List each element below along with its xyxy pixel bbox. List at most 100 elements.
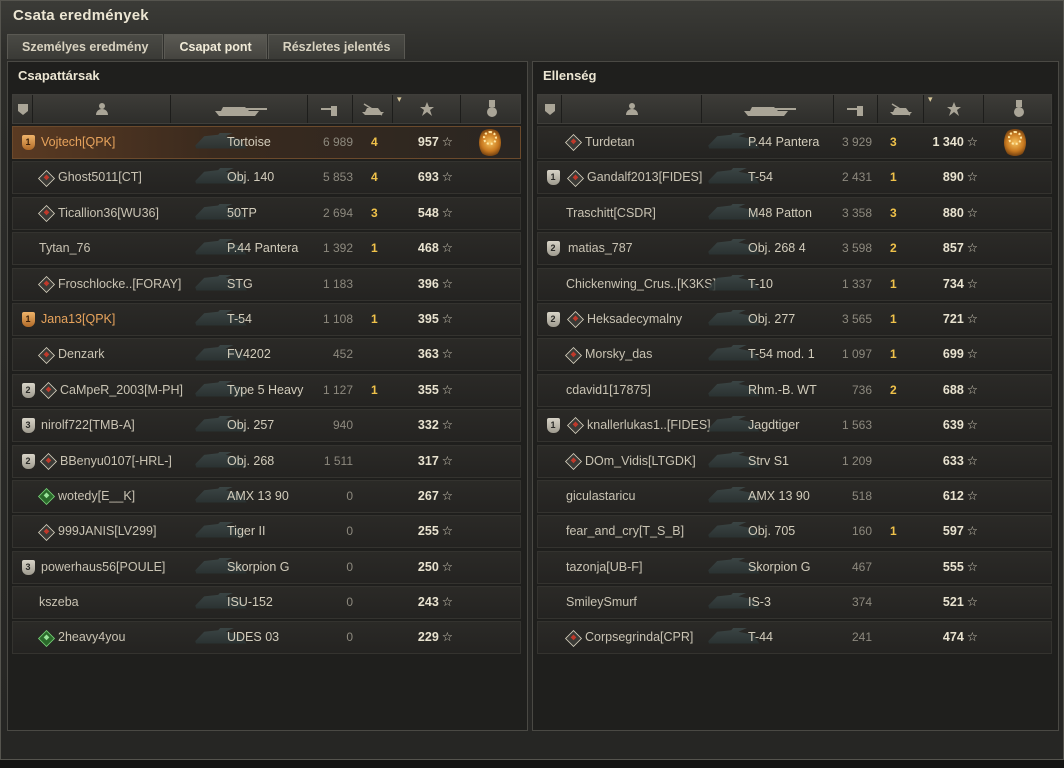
- platoon-icon[interactable]: [13, 95, 33, 123]
- player-name-text: giculastaricu: [566, 488, 636, 503]
- player-name: wotedy[E__K]: [38, 481, 135, 512]
- xp-value: 355 ☆: [401, 375, 453, 406]
- xp-star-icon[interactable]: ▾: [393, 94, 461, 123]
- player-name: Froschlocke..[FORAY]: [38, 269, 181, 300]
- medal-icon[interactable]: [461, 95, 523, 123]
- player-row[interactable]: 1 Gandalf2013[FIDES] T-54 2 431 1 890 ☆: [537, 161, 1052, 195]
- player-name: giculastaricu: [566, 481, 635, 512]
- player-row[interactable]: 3 nirolf722[TMB-A] Obj. 257 940 332 ☆: [12, 409, 521, 443]
- xp-number: 555: [942, 559, 964, 574]
- xp-number: 1 340: [932, 135, 964, 149]
- player-row[interactable]: Turdetan P.44 Pantera 3 929 3 1 340 ☆: [537, 126, 1052, 159]
- player-name-text: fear_and_cry[T_S_B]: [566, 524, 685, 539]
- platoon-badge: 1: [19, 127, 37, 158]
- player-row[interactable]: SmileySmurf IS-3 374 521 ☆: [537, 586, 1052, 620]
- platoon-icon[interactable]: [538, 95, 562, 123]
- player-row[interactable]: 2 CaMpeR_2003[M-PH] Type 5 Heavy 1 127 1 355 ☆: [12, 373, 521, 407]
- medal-icon[interactable]: [984, 95, 1054, 123]
- platoon-badge: [544, 587, 562, 618]
- player-row[interactable]: 2heavy4you UDES 03 0 229 ☆: [12, 621, 521, 655]
- platoon-badge: 2: [544, 304, 562, 335]
- allies-list: 1 Vojtech[QPK] Tortoise 6 989 4 957 ☆ Ghost5011…: [12, 126, 521, 657]
- player-row[interactable]: 2 Heksadecymalny Obj. 277 3 565 1 721 ☆: [537, 302, 1052, 336]
- xp-value: 857 ☆: [926, 233, 978, 264]
- player-row[interactable]: 999JANIS[LV299] Tiger II 0 255 ☆: [12, 515, 521, 549]
- damage-value: 160: [851, 524, 872, 539]
- tab-personal-result[interactable]: Személyes eredmény: [7, 34, 164, 59]
- xp-star-icon: ☆: [966, 135, 978, 149]
- player-row[interactable]: giculastaricu AMX 13 90 518 612 ☆: [537, 479, 1052, 513]
- player-row[interactable]: tazonja[UB-F] Skorpion G 467 555 ☆: [537, 550, 1052, 584]
- player-name: Tytan_76: [39, 233, 90, 264]
- player-row[interactable]: wotedy[E__K] AMX 13 90 0 267 ☆: [12, 479, 521, 513]
- player-row[interactable]: Traschitt[CSDR] M48 Patton 3 358 3 880 ☆: [537, 196, 1052, 230]
- tank-name: Type 5 Heavy: [227, 382, 304, 397]
- tank-name: Obj. 257: [227, 418, 275, 433]
- tab-team-score[interactable]: Csapat pont: [164, 34, 267, 59]
- player-name-text: matias_787: [568, 241, 633, 256]
- player-row[interactable]: 2 matias_787 Obj. 268 4 3 598 2 857 ☆: [537, 232, 1052, 266]
- top-gun-medal-icon[interactable]: [479, 127, 501, 158]
- mastery-mark-icon: [38, 488, 55, 506]
- xp-number: 521: [942, 595, 964, 610]
- kills-icon[interactable]: [878, 95, 924, 123]
- damage-value: 0: [346, 595, 353, 610]
- tank-icon[interactable]: [171, 95, 308, 123]
- player-row[interactable]: fear_and_cry[T_S_B] Obj. 705 160 1 597 ☆: [537, 515, 1052, 549]
- player-name-text: 2heavy4you: [58, 630, 126, 645]
- xp-number: 597: [942, 524, 964, 539]
- player-name: CaMpeR_2003[M-PH]: [40, 375, 183, 406]
- player-row[interactable]: cdavid1[17875] Rhm.-B. WT 736 2 688 ☆: [537, 373, 1052, 407]
- xp-number: 267: [417, 488, 439, 503]
- xp-value: 267 ☆: [401, 481, 453, 512]
- player-row[interactable]: 3 powerhaus56[POULE] Skorpion G 0 250 ☆: [12, 550, 521, 584]
- player-row[interactable]: 1 Jana13[QPK] T-54 1 108 1 395 ☆: [12, 302, 521, 336]
- player-row[interactable]: 1 knallerlukas1..[FIDES] Jagdtiger 1 563 639…: [537, 409, 1052, 443]
- xp-value: 548 ☆: [401, 198, 453, 229]
- platoon-number-icon: 2: [21, 382, 35, 398]
- tank-icon[interactable]: [702, 95, 834, 123]
- player-row[interactable]: Ticallion36[WU36] 50TP 2 694 3 548 ☆: [12, 196, 521, 230]
- player-row[interactable]: DOm_Vidis[LTGDK] Strv S1 1 209 633 ☆: [537, 444, 1052, 478]
- platoon-badge: [19, 233, 37, 264]
- player-row[interactable]: Morsky_das T-54 mod. 1 1 097 1 699 ☆: [537, 338, 1052, 372]
- xp-number: 688: [942, 382, 964, 397]
- tank-name: AMX 13 90: [748, 488, 810, 503]
- platoon-badge: [19, 587, 37, 618]
- player-name-text: Ticallion36[WU36]: [58, 205, 159, 220]
- damage-value: 374: [851, 595, 872, 610]
- player-row[interactable]: kszeba ISU-152 0 243 ☆: [12, 586, 521, 620]
- top-gun-medal-icon[interactable]: [1004, 127, 1026, 158]
- player-row[interactable]: Tytan_76 P.44 Pantera 1 392 1 468 ☆: [12, 232, 521, 266]
- xp-value: 693 ☆: [401, 162, 453, 193]
- kills-icon[interactable]: [353, 95, 393, 123]
- xp-star-icon[interactable]: ▾: [924, 94, 984, 123]
- player-row[interactable]: 1 Vojtech[QPK] Tortoise 6 989 4 957 ☆: [12, 126, 521, 159]
- xp-value: 250 ☆: [401, 552, 453, 583]
- kills-value: 1: [890, 276, 897, 291]
- xp-number: 957: [417, 135, 439, 149]
- damage-icon[interactable]: [834, 95, 878, 123]
- player-row[interactable]: Chickenwing_Crus..[K3KS] T-10 1 337 1 734 ☆: [537, 267, 1052, 301]
- damage-value: 1 209: [841, 453, 872, 468]
- damage-value: 467: [851, 559, 872, 574]
- platoon-badge: [544, 552, 562, 583]
- kills-value: 4: [371, 170, 378, 185]
- damage-value: 241: [851, 630, 872, 645]
- mastery-mark-icon: [565, 452, 582, 470]
- player-row[interactable]: Froschlocke..[FORAY] STG 1 183 396 ☆: [12, 267, 521, 301]
- damage-icon[interactable]: [308, 95, 353, 123]
- player-row[interactable]: Ghost5011[CT] Obj. 140 5 853 4 693 ☆: [12, 161, 521, 195]
- player-name: Vojtech[QPK]: [41, 127, 115, 158]
- player-row[interactable]: Denzark FV4202 452 363 ☆: [12, 338, 521, 372]
- allies-title: Csapattársak: [18, 68, 100, 83]
- player-icon[interactable]: [562, 95, 702, 123]
- player-icon[interactable]: [33, 95, 171, 123]
- player-row[interactable]: 2 BBenyu0107[-HRL-] Obj. 268 1 511 317 ☆: [12, 444, 521, 478]
- xp-number: 721: [942, 311, 964, 326]
- platoon-number-icon: 2: [546, 311, 560, 327]
- mastery-mark-icon: [38, 169, 55, 187]
- tab-detailed-report[interactable]: Részletes jelentés: [267, 34, 406, 59]
- player-row[interactable]: Corpsegrinda[CPR] T-44 241 474 ☆: [537, 621, 1052, 655]
- xp-number: 468: [417, 241, 439, 256]
